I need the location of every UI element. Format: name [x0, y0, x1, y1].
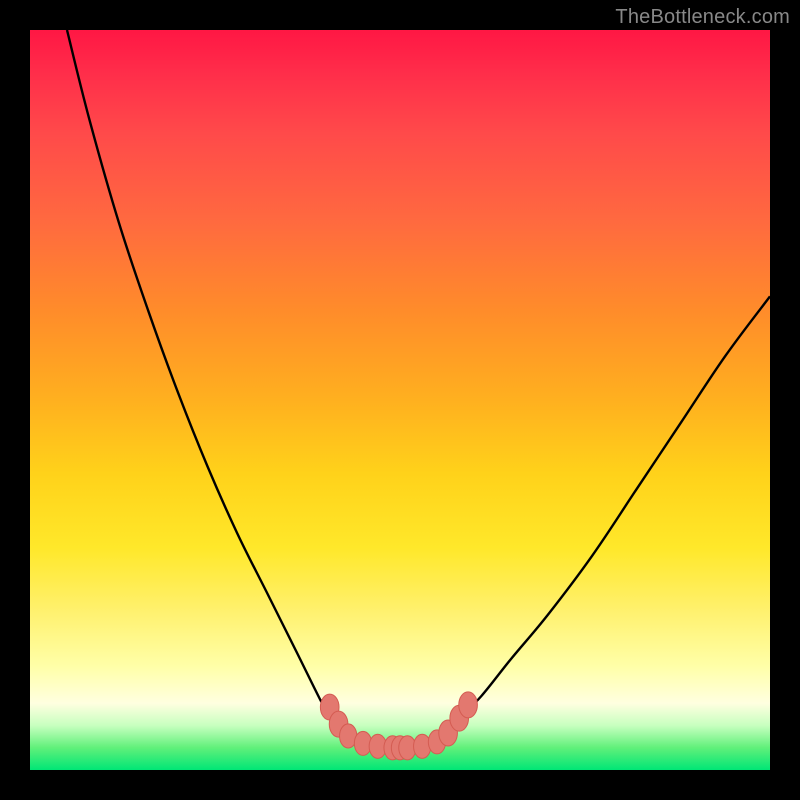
bottom-markers: [320, 692, 477, 760]
bottleneck-curve: [30, 30, 770, 770]
marker-dot: [414, 734, 431, 758]
chart-frame: TheBottleneck.com: [0, 0, 800, 800]
marker-dot: [459, 692, 478, 718]
curve-left-branch: [67, 30, 348, 733]
plot-area: [30, 30, 770, 770]
curve-right-branch: [444, 296, 770, 733]
watermark-text: TheBottleneck.com: [615, 6, 790, 29]
